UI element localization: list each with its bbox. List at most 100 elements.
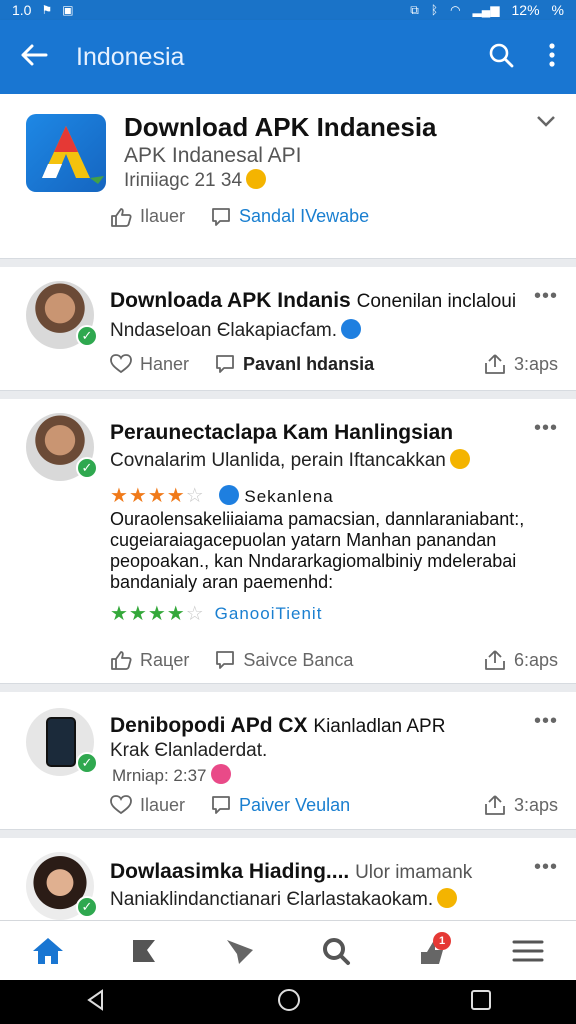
home-icon[interactable] — [23, 926, 73, 976]
star-rating-icons: ★★★★☆ — [110, 485, 205, 507]
feed: Download APK Indanesia APK Indanesal API… — [0, 94, 576, 920]
notifications-icon[interactable]: 1 — [407, 926, 457, 976]
post-card[interactable]: ✓ Dowlaasimka Hiading.... Ulor imamank N… — [0, 838, 576, 920]
more-options-icon[interactable]: ••• — [534, 417, 558, 440]
like-button[interactable]: Raцer — [110, 650, 189, 671]
like-button[interactable]: Ilauer — [110, 206, 185, 227]
app-meta: Iriпiiagc 21 34 — [124, 169, 267, 192]
rating-label: GanooiTienit — [214, 603, 323, 623]
post-meta-text: Mrniap: 2:37 — [112, 766, 207, 785]
comment-button[interactable]: Sandal IVewabe — [211, 206, 369, 227]
avatar[interactable]: ✓ — [26, 708, 98, 776]
comment-button[interactable]: Pavanl hdansia — [215, 354, 374, 375]
verified-badge-icon: ✓ — [76, 752, 98, 774]
menu-icon[interactable] — [503, 926, 553, 976]
post-headline-bold: Denibopodi APd CX — [110, 714, 308, 737]
flag-icon: ⚑ — [41, 3, 53, 17]
app-meta-text: Iriпiiagc 21 34 — [124, 170, 243, 191]
post-text-content: Covnalarim Ulanlida, perain Iftancakkan — [110, 450, 446, 471]
post-headline-bold: Downloada APK Indanis — [110, 289, 351, 312]
post-actions: Raцer Saivce Banca 6:aps — [110, 649, 558, 671]
heart-emoji-icon — [210, 764, 231, 784]
search-icon[interactable] — [311, 926, 361, 976]
like-button[interactable]: Haner — [110, 354, 189, 375]
post-headline: Dowlaasimka Hiading.... Ulor imamank — [110, 860, 472, 884]
share-button[interactable]: 6:aps — [484, 649, 558, 671]
post-actions: Haner Pavanl hdansia 3:aps — [110, 353, 558, 375]
post-actions: Ilauer Paiver Veulan 3:aps — [110, 794, 558, 816]
post-text: Nndaseloan Єlakapiacfam. — [110, 319, 362, 342]
app-title: Download APK Indanesia — [124, 112, 437, 142]
status-bar: 1.0 ⚑ ▣ ⧉ ᛒ ◠ ▂▄▆ 12% % — [0, 0, 576, 20]
post-headline-light: Kianladlan APR — [313, 716, 446, 737]
flag-icon[interactable] — [119, 926, 169, 976]
share-icon — [485, 650, 505, 670]
comment-icon — [212, 796, 230, 814]
more-options-icon[interactable]: ••• — [534, 856, 558, 879]
post-text-content: Nndaseloan Єlakapiacfam. — [110, 320, 338, 341]
post-text: Covnalarim Ulanlida, perain Iftancakkan — [110, 449, 470, 472]
like-label: Haner — [140, 353, 190, 374]
post-headline-bold: Dowlaasimka Hiading.... — [110, 860, 350, 883]
comment-icon — [216, 355, 234, 373]
app-logo — [26, 114, 106, 192]
verified-badge-icon: ✓ — [76, 457, 98, 479]
more-options-icon[interactable]: ••• — [534, 285, 558, 308]
back-arrow-icon[interactable] — [20, 43, 48, 72]
thumb-up-icon — [111, 651, 132, 670]
post-headline: Peraunectaclapa Kam Hanlingsian — [110, 421, 453, 445]
home-button-icon[interactable] — [276, 987, 302, 1018]
emoji-icon — [437, 888, 458, 908]
post-headline: Denibopodi APd CX Kianladlan APR — [110, 714, 445, 738]
avatar[interactable]: ✓ — [26, 413, 98, 481]
like-label: Ilauer — [140, 794, 186, 815]
page-title: Indonesia — [76, 42, 185, 71]
emoji-icon — [449, 449, 470, 469]
comment-icon — [212, 207, 230, 226]
bluetooth-icon: ᛒ — [430, 3, 439, 17]
post-text-content: Naniaklindanctianari Єlarlastakaokam. — [110, 889, 434, 910]
notification-count: 1 — [433, 931, 451, 950]
app-bar: Indonesia — [0, 20, 576, 94]
share-icon — [485, 795, 505, 815]
verified-badge-icon: ✓ — [76, 325, 98, 347]
comment-button[interactable]: Saivce Banca — [215, 650, 353, 671]
post-card[interactable]: ✓ Denibopodi APd CX Kianladlan APR Krak … — [0, 692, 576, 830]
post-meta: Mrniap: 2:37 — [112, 764, 231, 786]
like-label: Raцer — [140, 649, 190, 670]
emoji-icon — [341, 319, 362, 339]
comment-label: Saivce Banca — [243, 649, 354, 670]
verified-badge-icon: ✓ — [76, 896, 98, 918]
status-left-text: 1.0 — [12, 2, 32, 18]
post-headline-light: Conenilan inclaloui — [356, 291, 517, 312]
recents-icon[interactable] — [470, 989, 492, 1016]
more-options-icon[interactable]: ••• — [534, 710, 558, 733]
battery-text: 12% — [511, 2, 540, 18]
avatar[interactable]: ✓ — [26, 852, 98, 920]
comment-label: Paiver Veulan — [239, 794, 351, 815]
app-card[interactable]: Download APK Indanesia APK Indanesal API… — [0, 94, 576, 259]
send-icon[interactable] — [215, 926, 265, 976]
like-button[interactable]: Ilauer — [110, 795, 185, 816]
overflow-menu-icon[interactable] — [548, 42, 556, 72]
post-card[interactable]: ✓ Peraunectaclapa Kam Hanlingsian Covnal… — [0, 399, 576, 684]
star-rating-icons: ★★★★☆ — [110, 603, 205, 625]
emoji-icon — [218, 484, 239, 505]
back-icon[interactable] — [84, 988, 108, 1017]
comment-button[interactable]: Paiver Veulan — [211, 795, 350, 816]
comment-label: Pavanl hdansia — [243, 353, 375, 374]
share-icon — [485, 354, 505, 374]
bottom-nav: 1 — [0, 920, 576, 980]
chevron-down-icon[interactable] — [536, 114, 556, 133]
rating-label-text: Sekanlena — [244, 486, 334, 506]
avatar[interactable]: ✓ — [26, 281, 98, 349]
heart-icon — [110, 795, 132, 815]
post-card[interactable]: ✓ Downloada APK Indanis Conenilan inclal… — [0, 267, 576, 391]
share-button[interactable]: 3:aps — [484, 794, 558, 816]
search-icon[interactable] — [488, 42, 514, 73]
post-headline-light: Ulor imamank — [355, 862, 473, 883]
status-extra: % — [551, 2, 564, 18]
heart-icon — [110, 354, 132, 374]
post-text: Krak Єlanladerdat. — [110, 740, 268, 761]
share-button[interactable]: 3:aps — [484, 353, 558, 375]
